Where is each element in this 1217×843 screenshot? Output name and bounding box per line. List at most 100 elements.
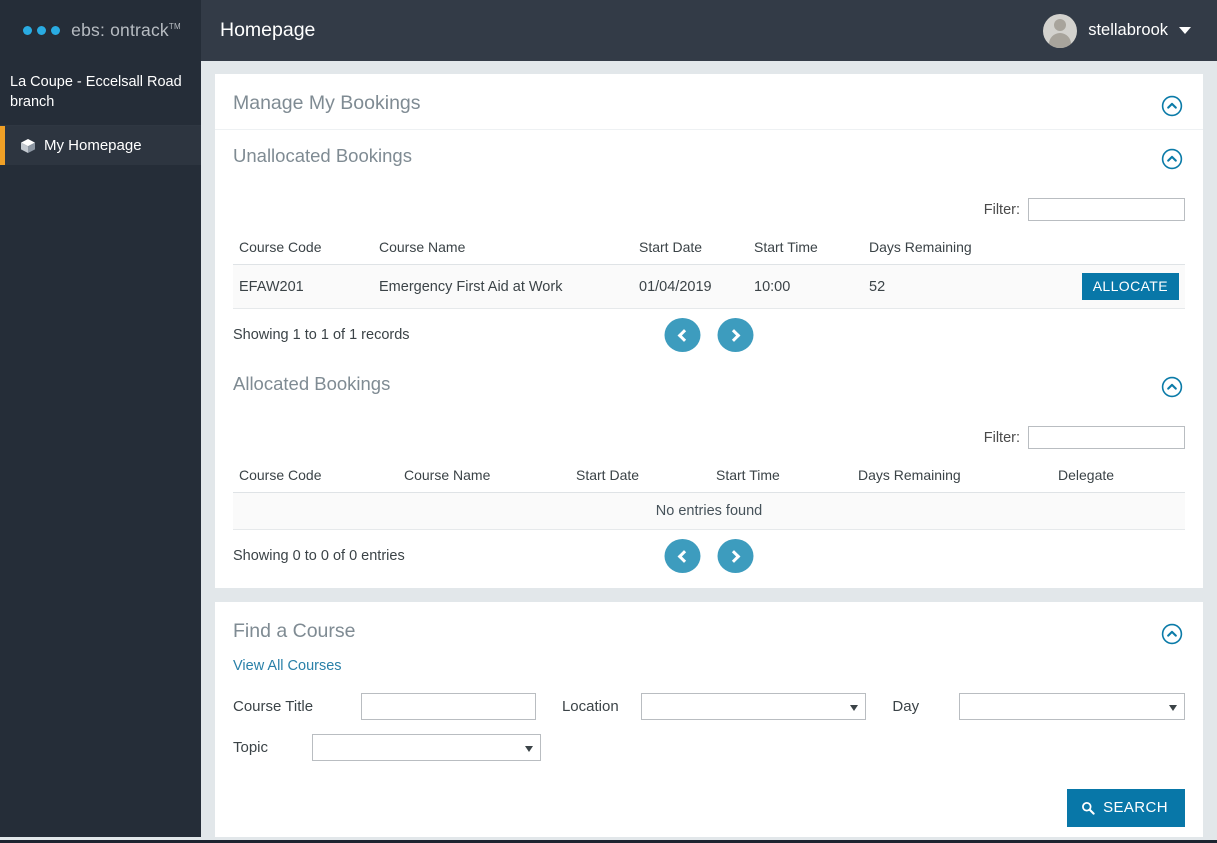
- logo-bar: ebs: ontrackTM: [0, 0, 201, 61]
- allocate-button[interactable]: ALLOCATE: [1081, 273, 1179, 300]
- location-select[interactable]: [640, 693, 867, 720]
- th-course-name[interactable]: Course Name: [398, 463, 570, 493]
- table-header-row: Course Code Course Name Start Date Start…: [233, 235, 1185, 265]
- brand-logo[interactable]: ebs: ontrackTM: [20, 20, 181, 41]
- allocated-filter-label: Filter:: [983, 429, 1020, 446]
- th-course-code[interactable]: Course Code: [233, 463, 398, 493]
- next-page-button[interactable]: [717, 318, 754, 352]
- manage-bookings-panel: Manage My Bookings Unallocated Bookings …: [215, 74, 1203, 588]
- table-row: EFAW201 Emergency First Aid at Work 01/0…: [233, 264, 1185, 309]
- view-all-courses-link[interactable]: View All Courses: [233, 658, 342, 674]
- next-page-button[interactable]: [717, 539, 754, 573]
- allocated-pager: Showing 0 to 0 of 0 entries: [215, 530, 1203, 586]
- th-start-date[interactable]: Start Date: [570, 463, 710, 493]
- th-days-remaining[interactable]: Days Remaining: [863, 235, 1043, 265]
- th-start-time[interactable]: Start Time: [748, 235, 863, 265]
- trademark-mark: TM: [168, 22, 181, 31]
- topic-label: Topic: [233, 739, 269, 756]
- allocated-bookings-header: Allocated Bookings: [215, 365, 1203, 410]
- allocated-bookings-table: Course Code Course Name Start Date Start…: [233, 463, 1185, 530]
- cell-course-name: Emergency First Aid at Work: [373, 264, 633, 309]
- find-course-panel: Find a Course View All Courses Course Ti…: [215, 602, 1203, 837]
- cell-action: ALLOCATE: [1043, 264, 1185, 309]
- th-delegate[interactable]: Delegate: [1052, 463, 1185, 493]
- search-button[interactable]: SEARCH: [1067, 789, 1185, 827]
- chevron-left-icon: [677, 549, 691, 563]
- topic-select[interactable]: [312, 734, 541, 761]
- chevron-down-icon: [850, 704, 859, 711]
- allocated-pager-buttons: [664, 539, 754, 573]
- previous-page-button[interactable]: [664, 539, 701, 573]
- sidebar: La Coupe - Eccelsall Road branch My Home…: [0, 61, 201, 837]
- three-dots-logo-icon: [20, 23, 62, 38]
- brand-name: ebs: ontrackTM: [71, 20, 181, 41]
- unallocated-filter-row: Filter:: [215, 182, 1203, 235]
- cell-start-date: 01/04/2019: [633, 264, 748, 309]
- cell-start-time: 10:00: [748, 264, 863, 309]
- main-content: Manage My Bookings Unallocated Bookings …: [201, 61, 1217, 837]
- cell-course-code: EFAW201: [233, 264, 373, 309]
- unallocated-filter-label: Filter:: [983, 201, 1020, 218]
- chevron-up-circle-icon-allocated[interactable]: [1161, 376, 1183, 398]
- user-name-label: stellabrook: [1088, 21, 1168, 39]
- th-course-code[interactable]: Course Code: [233, 235, 373, 265]
- cell-days-remaining: 52: [863, 264, 1043, 309]
- unallocated-bookings-title: Unallocated Bookings: [233, 145, 412, 166]
- unallocated-pager: Showing 1 to 1 of 1 records: [215, 309, 1203, 365]
- empty-message: No entries found: [233, 492, 1185, 530]
- cube-icon: [21, 138, 35, 153]
- unallocated-bookings-table: Course Code Course Name Start Date Start…: [233, 235, 1185, 309]
- day-select[interactable]: [959, 693, 1185, 720]
- manage-bookings-header: Manage My Bookings: [215, 74, 1203, 130]
- chevron-down-icon[interactable]: [1179, 27, 1191, 34]
- chevron-left-icon: [677, 328, 691, 342]
- allocated-filter-row: Filter:: [215, 410, 1203, 463]
- user-avatar-icon: [1043, 13, 1078, 48]
- course-title-input[interactable]: [360, 693, 536, 720]
- sidebar-item-label: My Homepage: [44, 137, 142, 154]
- chevron-up-circle-icon-manage[interactable]: [1161, 95, 1183, 117]
- chevron-up-circle-icon-find-course[interactable]: [1161, 623, 1183, 645]
- view-all-courses-row: View All Courses: [215, 657, 1203, 683]
- find-course-row-1: Course Title Location Day: [215, 683, 1203, 720]
- find-course-title: Find a Course: [233, 620, 356, 642]
- find-course-header: Find a Course: [215, 602, 1203, 657]
- allocated-bookings-title: Allocated Bookings: [233, 373, 391, 394]
- allocated-showing-label: Showing 0 to 0 of 0 entries: [233, 548, 405, 564]
- find-course-row-2: Topic: [215, 720, 1203, 761]
- sidebar-item-my-homepage[interactable]: My Homepage: [0, 125, 201, 165]
- unallocated-showing-label: Showing 1 to 1 of 1 records: [233, 327, 410, 343]
- course-title-label: Course Title: [233, 698, 314, 715]
- unallocated-bookings-header: Unallocated Bookings: [215, 130, 1203, 182]
- unallocated-table-wrap: Course Code Course Name Start Date Start…: [215, 235, 1203, 309]
- allocated-filter-input[interactable]: [1028, 426, 1185, 449]
- user-menu[interactable]: stellabrook: [1043, 13, 1191, 48]
- th-action: [1043, 235, 1185, 265]
- unallocated-filter-input[interactable]: [1028, 198, 1185, 221]
- chevron-right-icon: [727, 549, 741, 563]
- application-window: ebs: ontrackTM Homepage stellabrook La C…: [0, 0, 1217, 843]
- previous-page-button[interactable]: [664, 318, 701, 352]
- branch-label: La Coupe - Eccelsall Road branch: [10, 74, 182, 110]
- table-empty-row: No entries found: [233, 492, 1185, 530]
- unallocated-pager-buttons: [664, 318, 754, 352]
- chevron-down-icon: [525, 745, 533, 752]
- search-button-label: SEARCH: [1103, 799, 1168, 816]
- location-label: Location: [561, 698, 619, 715]
- th-start-date[interactable]: Start Date: [633, 235, 748, 265]
- chevron-right-icon: [727, 328, 741, 342]
- allocated-table-wrap: Course Code Course Name Start Date Start…: [215, 463, 1203, 530]
- th-days-remaining[interactable]: Days Remaining: [852, 463, 1052, 493]
- top-bar: Homepage stellabrook: [201, 0, 1217, 61]
- search-row: SEARCH: [215, 761, 1203, 837]
- th-course-name[interactable]: Course Name: [373, 235, 633, 265]
- day-label: Day: [892, 698, 920, 715]
- brand-name-text: ebs: ontrack: [71, 20, 169, 40]
- page-title: Homepage: [220, 19, 316, 41]
- manage-bookings-title: Manage My Bookings: [233, 92, 421, 114]
- chevron-down-icon: [1169, 704, 1177, 711]
- th-start-time[interactable]: Start Time: [710, 463, 852, 493]
- chevron-up-circle-icon-unallocated[interactable]: [1161, 148, 1183, 170]
- table-header-row: Course Code Course Name Start Date Start…: [233, 463, 1185, 493]
- magnifier-icon: [1082, 801, 1095, 815]
